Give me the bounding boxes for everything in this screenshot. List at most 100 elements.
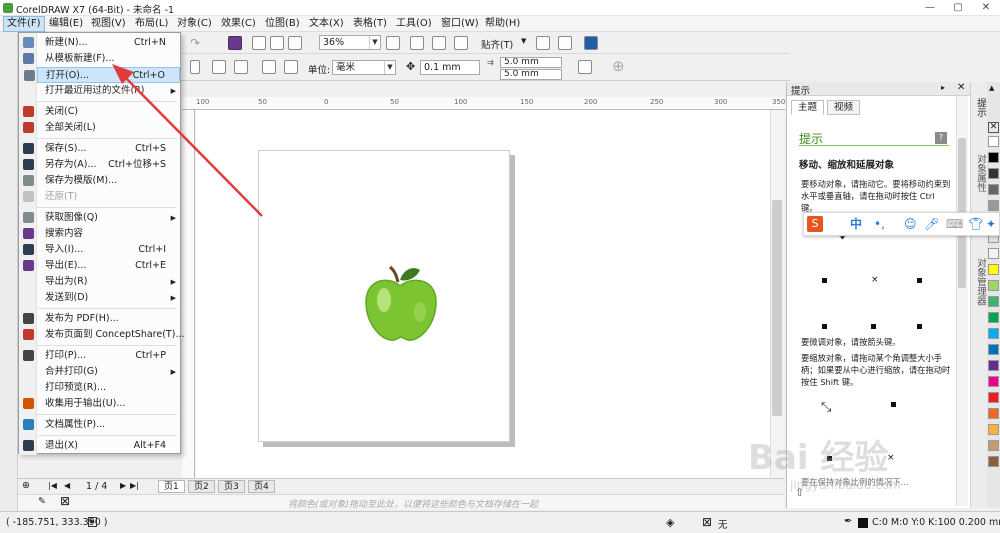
color-swatch[interactable] xyxy=(988,456,999,467)
menu-bitmaps[interactable]: 位图(B) xyxy=(262,16,303,32)
palette-scroll-up-icon[interactable]: ▲ xyxy=(989,84,994,92)
menu-layout[interactable]: 布局(L) xyxy=(132,16,171,32)
menu-file[interactable]: 文件(F) xyxy=(3,16,45,32)
show-rulers-icon[interactable] xyxy=(410,36,424,50)
color-swatch[interactable] xyxy=(988,424,999,435)
side-tab-object-properties[interactable]: 对象属性 xyxy=(973,154,986,192)
welcome-screen-icon[interactable] xyxy=(584,36,598,50)
eyedropper-icon[interactable]: ✎ xyxy=(38,496,46,507)
duplicate-y-field[interactable]: 5.0 mm xyxy=(500,69,562,80)
menu-table[interactable]: 表格(T) xyxy=(350,16,390,32)
file-menu-item[interactable]: 发布页面到 ConceptShare(T)... xyxy=(23,327,185,343)
next-page-icon[interactable]: ▶ xyxy=(120,481,126,490)
sogou-logo-icon[interactable]: S xyxy=(807,216,823,232)
no-color-swatch-icon[interactable]: ⊠ xyxy=(60,495,70,508)
color-swatch[interactable] xyxy=(988,360,999,371)
first-page-icon[interactable]: |◀ xyxy=(48,481,57,490)
menu-effects[interactable]: 效果(C) xyxy=(218,16,259,32)
file-menu-item[interactable]: 新建(N)... Ctrl+N xyxy=(23,35,180,51)
color-swatch[interactable] xyxy=(988,376,999,387)
side-tab-hints[interactable]: 提示 xyxy=(973,98,986,117)
apple-drawing[interactable] xyxy=(360,262,442,344)
export-icon[interactable] xyxy=(270,36,284,50)
minimize-icon[interactable]: — xyxy=(916,0,944,16)
file-menu-item[interactable]: 导出为(R) ▶ xyxy=(37,274,180,290)
file-menu-item[interactable]: 发布为 PDF(H)... xyxy=(23,311,180,327)
color-swatch[interactable] xyxy=(988,280,999,291)
file-menu-item[interactable]: 导出(E)... Ctrl+E xyxy=(23,258,180,274)
ime-language-toggle[interactable]: 中 xyxy=(850,217,862,231)
corel-launcher-icon[interactable] xyxy=(228,36,242,50)
file-menu-item[interactable]: 退出(X) Alt+F4 xyxy=(23,438,180,454)
color-swatch[interactable] xyxy=(988,264,999,275)
color-swatch[interactable] xyxy=(988,408,999,419)
full-screen-icon[interactable] xyxy=(386,36,400,50)
file-menu-item[interactable]: 搜索内容 xyxy=(23,226,180,242)
docker-close-icon[interactable]: ✕ xyxy=(957,82,965,93)
side-tab-object-manager[interactable]: 对象管理器 xyxy=(973,258,986,306)
page-tab-1[interactable]: 页1 xyxy=(158,480,185,493)
no-color-swatch[interactable]: ✕ xyxy=(988,122,999,133)
add-icon[interactable]: ⊕ xyxy=(612,57,625,75)
microphone-icon[interactable]: 🎤︎ xyxy=(924,217,939,231)
duplicate-x-field[interactable]: 5.0 mm xyxy=(500,57,562,68)
help-icon[interactable]: ? xyxy=(935,132,947,144)
file-menu-item[interactable]: 打印预览(R)... xyxy=(37,380,180,396)
close-icon[interactable]: ✕ xyxy=(972,0,1000,16)
color-swatch[interactable] xyxy=(988,344,999,355)
publish-pdf-icon[interactable] xyxy=(288,36,302,50)
last-page-icon[interactable]: ▶| xyxy=(130,481,139,490)
show-grid-icon[interactable] xyxy=(432,36,446,50)
menu-help[interactable]: 帮助(H) xyxy=(482,16,523,32)
current-page-icon[interactable] xyxy=(284,60,298,74)
color-swatch[interactable] xyxy=(988,136,999,147)
menu-window[interactable]: 窗口(W) xyxy=(438,16,482,32)
prev-page-icon[interactable]: ◀ xyxy=(64,481,70,490)
menu-text[interactable]: 文本(X) xyxy=(306,16,347,32)
file-menu-item[interactable]: 合并打印(G) ▶ xyxy=(37,364,180,380)
page-tab-2[interactable]: 页2 xyxy=(188,480,215,493)
file-menu-item[interactable]: 收集用于输出(U)... xyxy=(23,396,180,412)
application-launcher-icon[interactable] xyxy=(558,36,572,50)
tools-icon[interactable]: ✦ xyxy=(986,217,996,231)
color-swatch[interactable] xyxy=(988,200,999,211)
color-swatch[interactable] xyxy=(988,152,999,163)
menu-tools[interactable]: 工具(O) xyxy=(393,16,435,32)
play-icon[interactable]: ▶ xyxy=(88,517,97,527)
ime-punctuation-toggle[interactable]: •, xyxy=(874,217,885,231)
snap-to-dropdown[interactable]: 贴齐(T) xyxy=(481,37,513,51)
document-palette[interactable]: ✎ ⊠ 将颜色(或对象)拖动至此处，以便将这些颜色与文档存储在一起 xyxy=(18,494,784,510)
color-swatch[interactable] xyxy=(988,248,999,259)
color-swatch[interactable] xyxy=(988,328,999,339)
emoji-icon[interactable]: ☺ xyxy=(904,217,917,231)
tab-topics[interactable]: 主题 xyxy=(791,100,825,115)
page-tab-3[interactable]: 页3 xyxy=(218,480,245,493)
units-select[interactable]: 毫米 ▼ xyxy=(332,60,396,75)
skin-icon[interactable]: 👕︎ xyxy=(968,217,983,231)
nudge-distance-field[interactable]: 0.1 mm xyxy=(420,60,480,75)
scrollbar-thumb[interactable] xyxy=(772,200,782,416)
color-swatch[interactable] xyxy=(988,168,999,179)
color-swatch[interactable] xyxy=(988,184,999,195)
import-icon[interactable] xyxy=(252,36,266,50)
docker-options-icon[interactable]: ▸ xyxy=(941,83,945,92)
zoom-level-field[interactable]: 36% ▼ xyxy=(319,35,381,50)
tab-videos[interactable]: 视频 xyxy=(827,100,861,115)
color-swatch[interactable] xyxy=(988,392,999,403)
keyboard-icon[interactable]: ⌨ xyxy=(946,217,963,231)
menu-object[interactable]: 对象(C) xyxy=(174,16,215,32)
file-menu-item[interactable]: 文档属性(P)... xyxy=(23,417,180,433)
redo-icon[interactable]: ↷ xyxy=(190,36,204,50)
menu-view[interactable]: 视图(V) xyxy=(88,16,129,32)
page-tab-4[interactable]: 页4 xyxy=(248,480,275,493)
file-menu-item[interactable]: 打印(P)... Ctrl+P xyxy=(23,348,180,364)
maximize-icon[interactable]: ▢ xyxy=(944,0,972,16)
show-guidelines-icon[interactable] xyxy=(454,36,468,50)
file-menu-item[interactable]: 导入(I)... Ctrl+I xyxy=(23,242,180,258)
color-swatch[interactable] xyxy=(988,440,999,451)
treat-as-filled-icon[interactable] xyxy=(578,60,592,74)
file-menu-item[interactable]: 发送到(D) ▶ xyxy=(37,290,180,306)
menu-edit[interactable]: 编辑(E) xyxy=(46,16,86,32)
color-swatch[interactable] xyxy=(988,312,999,323)
options-icon[interactable] xyxy=(536,36,550,50)
